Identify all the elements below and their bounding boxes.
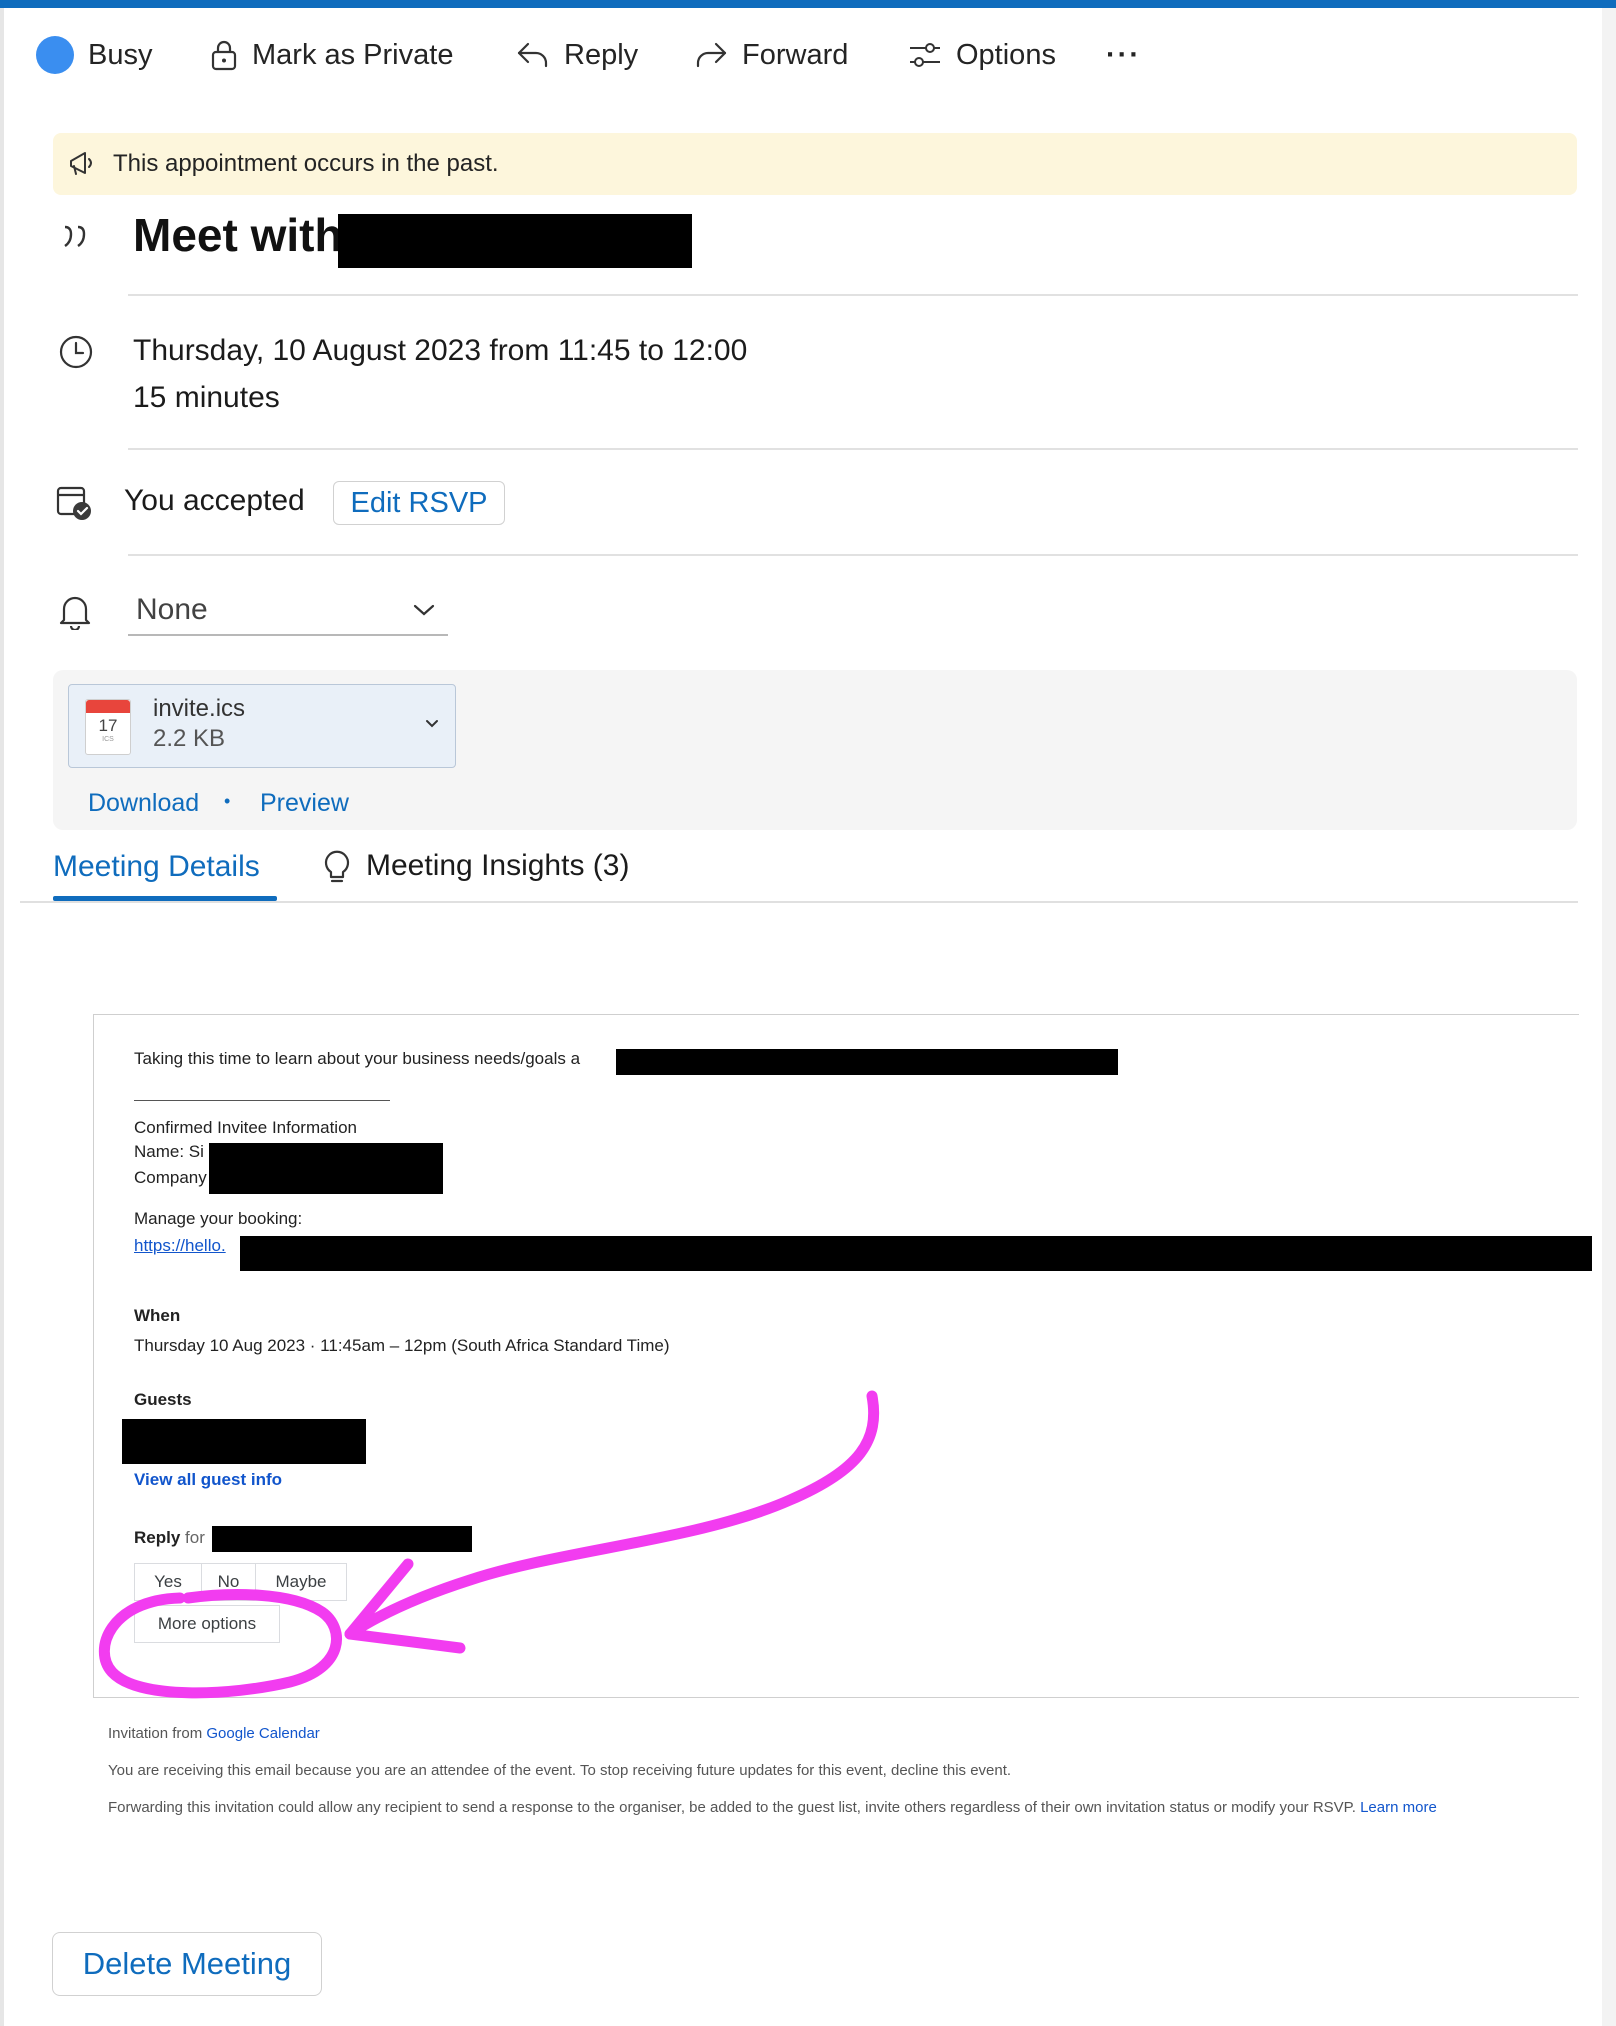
quote-icon xyxy=(64,225,86,247)
manage-booking-label: Manage your booking: xyxy=(134,1209,303,1228)
redacted-block xyxy=(616,1049,1118,1075)
confirmed-heading: Confirmed Invitee Information xyxy=(134,1118,357,1137)
mark-private-button[interactable]: Mark as Private xyxy=(210,34,453,76)
reminder-value: None xyxy=(136,593,208,626)
invitation-from-text: Invitation from xyxy=(108,1725,203,1742)
view-guest-info-link[interactable]: View all guest info xyxy=(134,1470,282,1490)
divider xyxy=(128,554,1578,556)
forward-arrow-icon xyxy=(696,42,727,68)
invitee-company: Company xyxy=(134,1168,207,1187)
receiving-notice: You are receiving this email because you… xyxy=(108,1762,1012,1779)
redacted-block xyxy=(209,1143,443,1194)
reply-label: Reply xyxy=(134,1528,181,1547)
learn-more-link[interactable]: Learn more xyxy=(1360,1799,1437,1816)
calendar-check-icon xyxy=(56,486,91,520)
attachment-card[interactable]: 17 ICS invite.ics 2.2 KB xyxy=(68,684,456,768)
when-value: Thursday 10 Aug 2023 · 11:45am – 12pm (S… xyxy=(134,1336,670,1355)
forward-label: Forward xyxy=(742,38,849,71)
top-accent-bar xyxy=(0,0,1616,8)
tab-meeting-insights[interactable]: Meeting Insights (3) xyxy=(322,848,629,884)
reply-button[interactable]: Reply xyxy=(516,34,638,76)
left-edge xyxy=(0,8,4,2026)
meeting-datetime: Thursday, 10 August 2023 from 11:45 to 1… xyxy=(133,334,748,367)
busy-status-icon xyxy=(36,36,74,74)
options-button[interactable]: Options xyxy=(908,34,1056,76)
tabs-divider xyxy=(20,901,1578,903)
file-icon-day: 17 xyxy=(98,716,118,735)
chevron-down-icon xyxy=(413,604,435,616)
megaphone-icon xyxy=(70,152,92,175)
more-dots-icon: ··· xyxy=(1106,38,1141,71)
divider xyxy=(128,294,1578,296)
rsvp-status: You accepted xyxy=(124,484,305,517)
redacted-block xyxy=(212,1526,472,1552)
forwarding-notice: Forwarding this invitation could allow a… xyxy=(108,1799,1356,1816)
annotation-overlay xyxy=(98,1390,880,1699)
forward-button[interactable]: Forward xyxy=(694,34,848,76)
more-actions-button[interactable]: ··· xyxy=(1106,34,1141,76)
tab-meeting-details[interactable]: Meeting Details xyxy=(53,850,260,884)
download-link[interactable]: Download xyxy=(88,789,199,818)
lightbulb-icon xyxy=(324,850,350,883)
reply-no-button[interactable]: No xyxy=(201,1563,256,1601)
invitation-from-line: Invitation from Google Calendar xyxy=(108,1725,320,1742)
manage-booking-link[interactable]: https://hello. xyxy=(134,1236,226,1256)
mark-private-label: Mark as Private xyxy=(252,38,454,71)
meeting-duration: 15 minutes xyxy=(133,381,280,414)
busy-label: Busy xyxy=(88,38,153,71)
divider xyxy=(128,448,1578,450)
reply-yes-button[interactable]: Yes xyxy=(134,1563,202,1601)
reply-for-line: Reply for xyxy=(134,1528,205,1548)
lock-icon xyxy=(211,40,237,71)
google-calendar-link[interactable]: Google Calendar xyxy=(206,1725,319,1742)
file-icon-ext: ICS xyxy=(102,736,114,743)
invitee-name: Name: Si xyxy=(134,1142,204,1161)
right-scroll-edge xyxy=(1602,8,1616,2026)
reminder-dropdown[interactable]: None xyxy=(128,586,448,636)
guests-label: Guests xyxy=(134,1390,192,1409)
redacted-block xyxy=(122,1419,366,1464)
redacted-block xyxy=(240,1236,1592,1271)
attachment-size: 2.2 KB xyxy=(153,725,226,752)
more-options-button[interactable]: More options xyxy=(134,1605,280,1643)
reply-maybe-button[interactable]: Maybe xyxy=(255,1563,347,1601)
bell-icon xyxy=(59,596,91,630)
forwarding-notice-line: Forwarding this invitation could allow a… xyxy=(108,1799,1437,1816)
past-appointment-banner: This appointment occurs in the past. xyxy=(53,133,1577,195)
tab-meeting-insights-label: Meeting Insights (3) xyxy=(366,849,630,882)
clock-icon xyxy=(59,335,93,369)
when-label: When xyxy=(134,1306,181,1325)
preview-link[interactable]: Preview xyxy=(260,789,349,818)
busy-button[interactable]: Busy xyxy=(36,34,152,76)
meeting-title: Meet with xyxy=(133,209,343,261)
reply-for-text: for xyxy=(185,1528,205,1547)
delete-meeting-button[interactable]: Delete Meeting xyxy=(52,1932,322,1996)
calendar-file-icon: 17 ICS xyxy=(85,699,131,755)
redacted-block xyxy=(338,214,692,268)
reply-arrow-icon xyxy=(517,42,548,68)
edit-rsvp-button[interactable]: Edit RSVP xyxy=(333,481,505,525)
email-intro: Taking this time to learn about your bus… xyxy=(134,1049,581,1068)
options-label: Options xyxy=(956,38,1056,71)
chevron-down-icon[interactable] xyxy=(425,719,439,729)
email-separator-line xyxy=(134,1100,390,1101)
sliders-icon xyxy=(910,43,940,67)
banner-text: This appointment occurs in the past. xyxy=(113,150,499,177)
reply-label: Reply xyxy=(564,38,639,71)
attachment-filename: invite.ics xyxy=(153,695,246,722)
link-separator: • xyxy=(224,791,231,811)
